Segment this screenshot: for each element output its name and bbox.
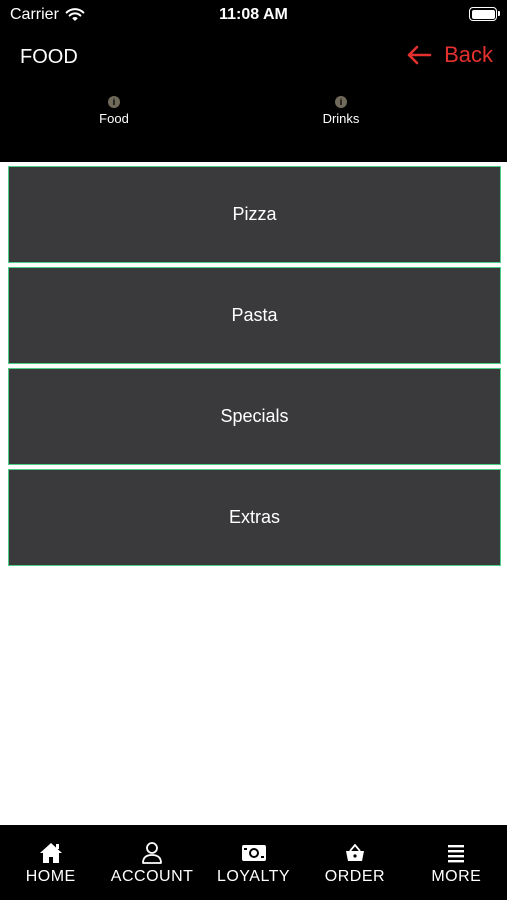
account-icon bbox=[142, 842, 163, 864]
nav-label: ORDER bbox=[324, 868, 386, 885]
category-pizza[interactable]: Pizza bbox=[8, 166, 501, 263]
nav-more[interactable]: MORE bbox=[406, 825, 507, 900]
back-button[interactable]: Back bbox=[406, 42, 493, 68]
category-specials[interactable]: Specials bbox=[8, 368, 501, 465]
battery-icon bbox=[469, 7, 500, 21]
home-icon bbox=[39, 843, 62, 863]
nav-home[interactable]: HOME bbox=[0, 825, 101, 900]
basket-icon bbox=[345, 843, 364, 861]
bottom-nav: HOME ACCOUNT LOYALTY ORDER MORE bbox=[0, 825, 507, 900]
tab-label: Food bbox=[99, 111, 129, 126]
menu-icon bbox=[448, 845, 465, 863]
category-label: Specials bbox=[220, 406, 289, 426]
nav-account[interactable]: ACCOUNT bbox=[101, 825, 202, 900]
tab-label: Drinks bbox=[322, 111, 360, 126]
loyalty-icon bbox=[241, 845, 266, 861]
category-label: Pizza bbox=[232, 204, 277, 224]
nav-label: LOYALTY bbox=[216, 868, 291, 885]
status-bar: Carrier 11:08 AM bbox=[0, 0, 507, 32]
tab-food[interactable]: i Food bbox=[54, 96, 174, 128]
category-tabs: i Food i Drinks bbox=[0, 96, 507, 136]
nav-label: HOME bbox=[25, 868, 76, 885]
category-list: Pizza Pasta Specials Extras bbox=[8, 166, 501, 570]
tab-drinks[interactable]: i Drinks bbox=[281, 96, 401, 128]
header: FOOD Back i Food i Drinks bbox=[0, 32, 507, 162]
nav-label: ACCOUNT bbox=[110, 868, 194, 885]
category-label: Extras bbox=[228, 507, 280, 527]
status-time: 11:08 AM bbox=[219, 6, 288, 23]
nav-loyalty[interactable]: LOYALTY bbox=[203, 825, 304, 900]
page-title: FOOD bbox=[20, 46, 78, 68]
info-icon: i bbox=[335, 96, 347, 108]
arrow-left-icon bbox=[407, 45, 432, 65]
nav-label: MORE bbox=[431, 868, 482, 885]
category-pasta[interactable]: Pasta bbox=[8, 267, 501, 364]
category-extras[interactable]: Extras bbox=[8, 469, 501, 566]
back-label: Back bbox=[444, 42, 493, 67]
nav-order[interactable]: ORDER bbox=[304, 825, 405, 900]
info-icon: i bbox=[108, 96, 120, 108]
category-label: Pasta bbox=[231, 305, 278, 325]
